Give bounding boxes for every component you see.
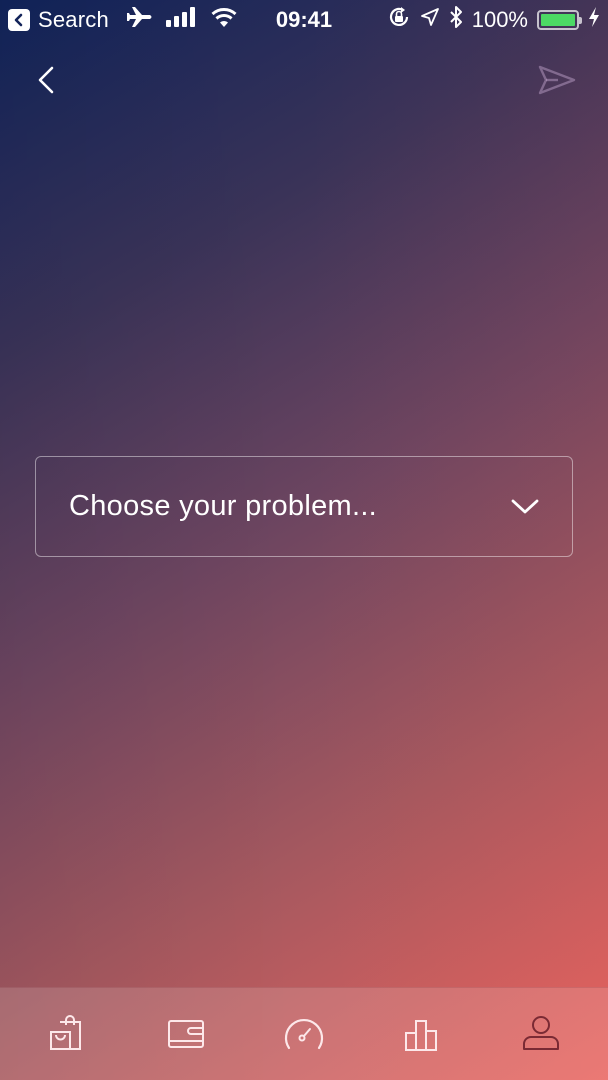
tab-dashboard[interactable] [264,994,344,1074]
bar-chart-icon [405,1020,438,1051]
send-icon [538,65,576,95]
user-icon [522,1016,559,1050]
bluetooth-icon [449,5,463,35]
wallet-icon [167,1020,204,1048]
speedometer-icon [284,1018,324,1050]
tab-wallet[interactable] [146,994,226,1074]
problem-dropdown[interactable]: Choose your problem... [35,456,573,557]
battery-percent: 100% [471,7,528,32]
chevron-left-icon [38,66,54,94]
back-button[interactable] [32,62,62,98]
charging-icon [588,6,600,34]
battery-icon [537,10,582,30]
send-button[interactable] [536,62,578,98]
tab-bar [0,987,608,1080]
location-icon [420,7,440,33]
problem-dropdown-placeholder: Choose your problem... [69,490,378,522]
tab-shop[interactable] [27,994,107,1074]
chevron-down-icon [511,499,539,513]
battery-tip [579,17,582,24]
shopping-bags-icon [50,1015,82,1050]
tab-profile[interactable] [501,994,581,1074]
battery-level [541,14,575,26]
status-bar: Search 09:41 100% [0,0,608,40]
orientation-lock-icon [387,5,411,35]
tab-stats[interactable] [382,994,462,1074]
